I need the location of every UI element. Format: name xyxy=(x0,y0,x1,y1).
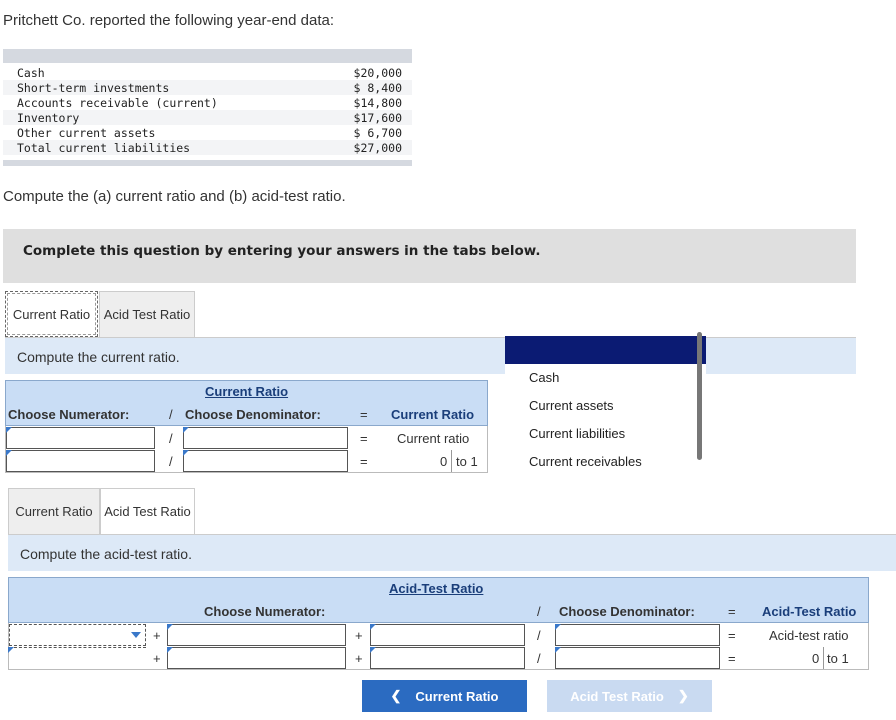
data-table-top-bar xyxy=(3,49,412,63)
plus-sign: + xyxy=(153,628,161,643)
to-one-label: to 1 xyxy=(827,651,849,666)
plus-sign: + xyxy=(153,651,161,666)
acid-denominator-label: Choose Denominator: xyxy=(559,604,695,619)
data-value: $17,600 xyxy=(353,111,402,125)
divide-sign: / xyxy=(537,628,541,643)
acid-test-table: Acid-Test Ratio Choose Numerator: / Choo… xyxy=(8,577,869,670)
current-ratio-banner: Compute the current ratio. xyxy=(5,338,856,374)
dropdown-highlight xyxy=(505,336,706,364)
tab-acid-test-ratio-2[interactable]: Acid Test Ratio xyxy=(100,488,195,534)
acid-test-title: Acid-Test Ratio xyxy=(389,581,484,596)
prev-current-ratio-button[interactable]: ❮ Current Ratio xyxy=(362,680,527,712)
prev-button-label: Current Ratio xyxy=(415,688,499,704)
data-row: Total current liabilities $27,000 xyxy=(3,140,412,155)
data-table: Cash $20,000 Short-term investments $ 8,40… xyxy=(3,49,412,166)
acid-dropdown-1[interactable] xyxy=(9,624,146,646)
equals-sign: = xyxy=(728,628,736,643)
acid-denominator-input-2[interactable] xyxy=(555,647,720,669)
tab-current-ratio-2[interactable]: Current Ratio xyxy=(8,488,100,534)
result-label: Current Ratio xyxy=(391,407,475,422)
equals-sign: = xyxy=(360,431,368,446)
cell-divider xyxy=(451,450,452,472)
question-text: Compute the (a) current ratio and (b) ac… xyxy=(3,188,346,205)
data-label: Accounts receivable (current) xyxy=(17,96,218,110)
equals-sign: = xyxy=(728,604,736,619)
acid-test-banner: Compute the acid-test ratio. xyxy=(8,535,896,571)
instruction-text: Complete this question by entering your … xyxy=(23,243,541,259)
tab-current-ratio[interactable]: Current Ratio xyxy=(5,291,98,337)
cell-divider xyxy=(823,647,824,669)
divide-sign: / xyxy=(169,431,173,446)
denominator-input-2[interactable] xyxy=(183,450,348,472)
dropdown-option-current-receivables[interactable]: Current receivables xyxy=(529,454,642,469)
numerator-input-1[interactable] xyxy=(6,427,155,449)
data-row: Inventory $17,600 xyxy=(3,110,412,125)
denominator-input-1[interactable] xyxy=(183,427,348,449)
data-value: $27,000 xyxy=(353,141,402,155)
denominator-label: Choose Denominator: xyxy=(185,407,321,422)
dropdown-option-current-assets[interactable]: Current assets xyxy=(529,398,614,413)
chevron-right-icon: ❯ xyxy=(677,688,689,703)
plus-sign: + xyxy=(355,628,363,643)
data-label: Short-term investments xyxy=(17,81,170,95)
acid-numerator-input-2[interactable] xyxy=(370,624,525,646)
data-value: $14,800 xyxy=(353,96,402,110)
acid-numerator-input-1[interactable] xyxy=(167,624,346,646)
intro-text: Pritchett Co. reported the following yea… xyxy=(3,12,335,29)
instruction-box: Complete this question by entering your … xyxy=(3,229,856,283)
current-ratio-prompt: Compute the current ratio. xyxy=(17,349,180,365)
divide-sign: / xyxy=(537,651,541,666)
acid-dropdown-2[interactable] xyxy=(8,647,146,669)
current-ratio-table: Current Ratio Choose Numerator: / Choose… xyxy=(5,380,488,473)
acid-result-value[interactable]: 0 xyxy=(812,651,819,666)
equals-sign: = xyxy=(360,454,368,469)
data-row: Cash $20,000 xyxy=(3,65,412,80)
acid-numerator-label: Choose Numerator: xyxy=(204,604,326,619)
acid-numerator-input-3[interactable] xyxy=(167,647,346,669)
current-ratio-title: Current Ratio xyxy=(205,384,289,399)
chevron-left-icon: ❮ xyxy=(390,688,402,703)
data-label: Total current liabilities xyxy=(17,141,191,155)
tab-acid-test-ratio[interactable]: Acid Test Ratio xyxy=(99,291,195,337)
equals-sign: = xyxy=(360,407,368,422)
data-label: Other current assets xyxy=(17,126,156,140)
data-table-bottom-bar xyxy=(3,160,412,166)
acid-result-row-label: Acid-test ratio xyxy=(769,628,849,643)
plus-sign: + xyxy=(355,651,363,666)
dropdown-scrollbar[interactable] xyxy=(697,332,702,460)
data-label: Inventory xyxy=(17,111,80,125)
next-acid-test-button[interactable]: Acid Test Ratio ❯ xyxy=(547,680,712,712)
next-button-label: Acid Test Ratio xyxy=(570,688,664,704)
result-row-label: Current ratio xyxy=(397,431,470,446)
equals-sign: = xyxy=(728,651,736,666)
numerator-label: Choose Numerator: xyxy=(8,407,130,422)
numerator-dropdown-list[interactable]: Cash Current assets Current liabilities … xyxy=(505,332,706,478)
data-row: Short-term investments $ 8,400 xyxy=(3,80,412,95)
data-label: Cash xyxy=(17,66,45,80)
data-row: Other current assets $ 6,700 xyxy=(3,125,412,140)
acid-result-label: Acid-Test Ratio xyxy=(762,604,857,619)
data-value: $20,000 xyxy=(353,66,402,80)
divide-sign: / xyxy=(169,407,173,422)
divide-sign: / xyxy=(169,454,173,469)
dropdown-option-current-liabilities[interactable]: Current liabilities xyxy=(529,426,625,441)
numerator-input-2[interactable] xyxy=(6,450,155,472)
chevron-down-icon xyxy=(131,632,141,638)
acid-denominator-input-1[interactable] xyxy=(555,624,720,646)
data-value: $ 6,700 xyxy=(353,126,402,140)
dropdown-option-cash[interactable]: Cash xyxy=(529,370,559,385)
data-value: $ 8,400 xyxy=(353,81,402,95)
acid-test-prompt: Compute the acid-test ratio. xyxy=(20,546,192,562)
result-value[interactable]: 0 xyxy=(440,454,447,469)
acid-numerator-input-4[interactable] xyxy=(370,647,525,669)
to-one-label: to 1 xyxy=(456,454,478,469)
data-row: Accounts receivable (current) $14,800 xyxy=(3,95,412,110)
divide-sign: / xyxy=(537,604,541,619)
